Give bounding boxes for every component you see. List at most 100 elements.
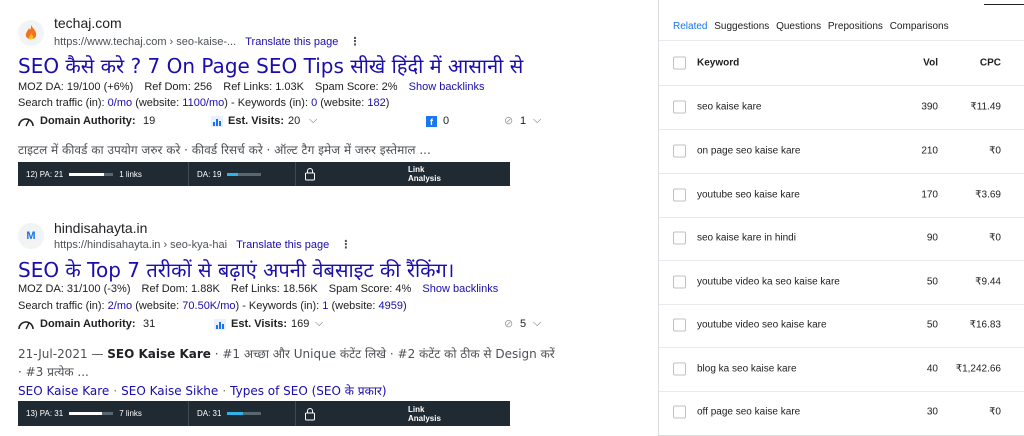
row-checkbox[interactable] (673, 144, 686, 158)
keyword-cell[interactable]: off page seo kaise kare (697, 406, 800, 417)
row-checkbox[interactable] (673, 318, 686, 332)
keyword-cell[interactable]: youtube seo kaise kare (697, 189, 800, 200)
cpc-header[interactable]: CPC (980, 57, 1001, 68)
show-backlinks-link[interactable]: Show backlinks (422, 283, 498, 295)
tab-comparisons[interactable]: Comparisons (890, 21, 949, 32)
chevron-down-icon[interactable]: ⌵ (533, 317, 541, 330)
traffic-site-link[interactable]: 1100/mo (182, 97, 224, 109)
more-options-icon[interactable]: ⋮ (340, 239, 351, 251)
tab-related[interactable]: Related (673, 21, 707, 32)
facebook-icon: f (426, 116, 437, 127)
keyword-header[interactable]: Keyword (697, 57, 739, 68)
keyword-cell[interactable]: seo kaise kare (697, 101, 761, 112)
table-row: on page seo kaise kare 210 ₹0 (659, 129, 1024, 174)
traffic-in-link[interactable]: 0/mo (108, 97, 132, 109)
lock-icon[interactable] (296, 401, 402, 426)
vol-cell: 40 (926, 363, 938, 375)
domain-authority-icon (18, 115, 34, 130)
sitelink-2[interactable]: SEO Kaise Sikhe (121, 384, 218, 398)
result-snippet-line2: · #3 प्रत्येक ... (18, 365, 89, 379)
sitelink-1[interactable]: SEO Kaise Kare (18, 384, 109, 398)
more-options-icon[interactable]: ⋮ (349, 36, 360, 48)
result-title[interactable]: SEO कैसे करे ? 7 On Page SEO Tips सीखे ह… (18, 52, 523, 79)
kw-end: ) (403, 300, 407, 312)
row-checkbox[interactable] (673, 275, 686, 289)
result-title[interactable]: SEO के Top 7 तरीकों से बढ़ाएं अपनी वेबसा… (18, 256, 454, 283)
keyword-panel: Related Suggestions Questions Prepositio… (658, 0, 1024, 436)
link-icon: ⊘ (504, 318, 514, 330)
tab-suggestions[interactable]: Suggestions (714, 21, 769, 32)
sitelink-3[interactable]: Types of SEO (SEO के प्रकार) (230, 384, 386, 398)
keyword-cell[interactable]: blog ka seo kaise kare (697, 363, 797, 374)
da-progress (227, 172, 262, 176)
table-row: youtube video seo kaise kare 50 ₹16.83 (659, 303, 1024, 348)
fb-count: 0 (443, 115, 450, 127)
da-value: 31 (143, 318, 156, 330)
chart-icon (211, 116, 223, 130)
metrics-row: Domain Authority: 19 Est. Visits: 20 ⌵ f… (18, 114, 548, 131)
select-all-checkbox[interactable] (673, 56, 686, 70)
row-checkbox[interactable] (673, 362, 686, 376)
traffic-mid: (website: (132, 300, 183, 312)
row-checkbox[interactable] (673, 405, 686, 419)
tab-questions[interactable]: Questions (776, 21, 821, 32)
traffic-site-link[interactable]: 70.50K/mo (182, 300, 235, 312)
keyword-cell[interactable]: seo kaise kare in hindi (697, 232, 796, 243)
url-text[interactable]: https://www.techaj.com › seo-kaise-... (54, 36, 236, 48)
show-backlinks-link[interactable]: Show backlinks (409, 81, 485, 93)
chevron-down-icon[interactable]: ⌵ (315, 317, 323, 330)
chevron-down-icon[interactable]: ⌵ (309, 114, 317, 127)
row-checkbox[interactable] (673, 100, 686, 114)
kw-site-link[interactable]: 4959 (379, 300, 403, 312)
result-url[interactable]: https://hindisahayta.in › seo-kya-hai Tr… (54, 238, 351, 251)
vol-cell: 30 (926, 406, 938, 418)
link-analysis-button[interactable]: Link Analysis (408, 405, 441, 423)
moz-metrics: MOZ DA: 19/100 (+6%) Ref Dom: 256 Ref Li… (18, 81, 492, 93)
tab-prepositions[interactable]: Prepositions (828, 21, 883, 32)
search-result-2: M hindisahayta.in https://hindisahayta.i… (0, 218, 640, 436)
mozbar-pa: 12) PA: 21 1 links (18, 162, 189, 186)
keyword-cell[interactable]: on page seo kaise kare (697, 145, 800, 156)
ref-dom: Ref Dom: 1.88K (141, 283, 220, 295)
vol-cell: 390 (921, 101, 938, 113)
keyword-cell[interactable]: youtube video ka seo kaise kare (697, 276, 840, 287)
ref-links: Ref Links: 18.56K (230, 283, 318, 295)
result-url[interactable]: https://www.techaj.com › seo-kaise-... T… (54, 35, 360, 48)
keyword-cell[interactable]: youtube video seo kaise kare (697, 319, 827, 330)
sitelink-separator: · (113, 384, 118, 398)
ref-dom: Ref Dom: 256 (144, 81, 213, 93)
link-analysis-button[interactable]: Link Analysis (408, 165, 441, 183)
traffic-in-link[interactable]: 2/mo (108, 300, 132, 312)
techaj-favicon-icon[interactable] (18, 20, 44, 46)
table-header: Keyword Vol CPC (659, 41, 1024, 86)
translate-link[interactable]: Translate this page (245, 36, 338, 48)
mozbar-da-text: DA: 19 (197, 169, 222, 179)
visits-value: 169 (291, 318, 310, 330)
domain-authority-icon (18, 318, 34, 333)
visits-label: Est. Visits: (228, 115, 285, 127)
site-name[interactable]: hindisahayta.in (54, 220, 147, 236)
cpc-cell: ₹0 (989, 406, 1001, 418)
result-snippet: 21-Jul-2021 — SEO Kaise Kare · #1 अच्छा … (18, 345, 555, 362)
site-name[interactable]: techaj.com (54, 15, 122, 31)
link-analysis-line2: Analysis (408, 174, 441, 183)
keyword-tabs: Related Suggestions Questions Prepositio… (673, 21, 953, 32)
translate-link[interactable]: Translate this page (236, 239, 329, 251)
search-result-1: techaj.com https://www.techaj.com › seo-… (0, 0, 640, 200)
da-value: 19 (143, 115, 156, 127)
table-row: youtube video ka seo kaise kare 50 ₹9.44 (659, 260, 1024, 305)
chevron-down-icon[interactable]: ⌵ (533, 114, 541, 127)
pa-progress (69, 172, 114, 176)
lock-icon[interactable] (296, 162, 402, 186)
traffic-kw: ) - Keywords (in): (235, 300, 323, 312)
metrics-row: Domain Authority: 31 Est. Visits: 169 ⌵ … (18, 317, 548, 334)
url-text[interactable]: https://hindisahayta.in › seo-kya-hai (54, 239, 227, 251)
vol-header[interactable]: Vol (923, 57, 938, 68)
row-checkbox[interactable] (673, 231, 686, 245)
link-icon: ⊘ (504, 115, 514, 127)
hindisahayta-favicon-icon[interactable]: M (18, 223, 44, 249)
da-progress (227, 412, 262, 415)
row-checkbox[interactable] (673, 188, 686, 202)
da-label: Domain Authority: (40, 115, 136, 127)
kw-site-link[interactable]: 182 (367, 97, 385, 109)
